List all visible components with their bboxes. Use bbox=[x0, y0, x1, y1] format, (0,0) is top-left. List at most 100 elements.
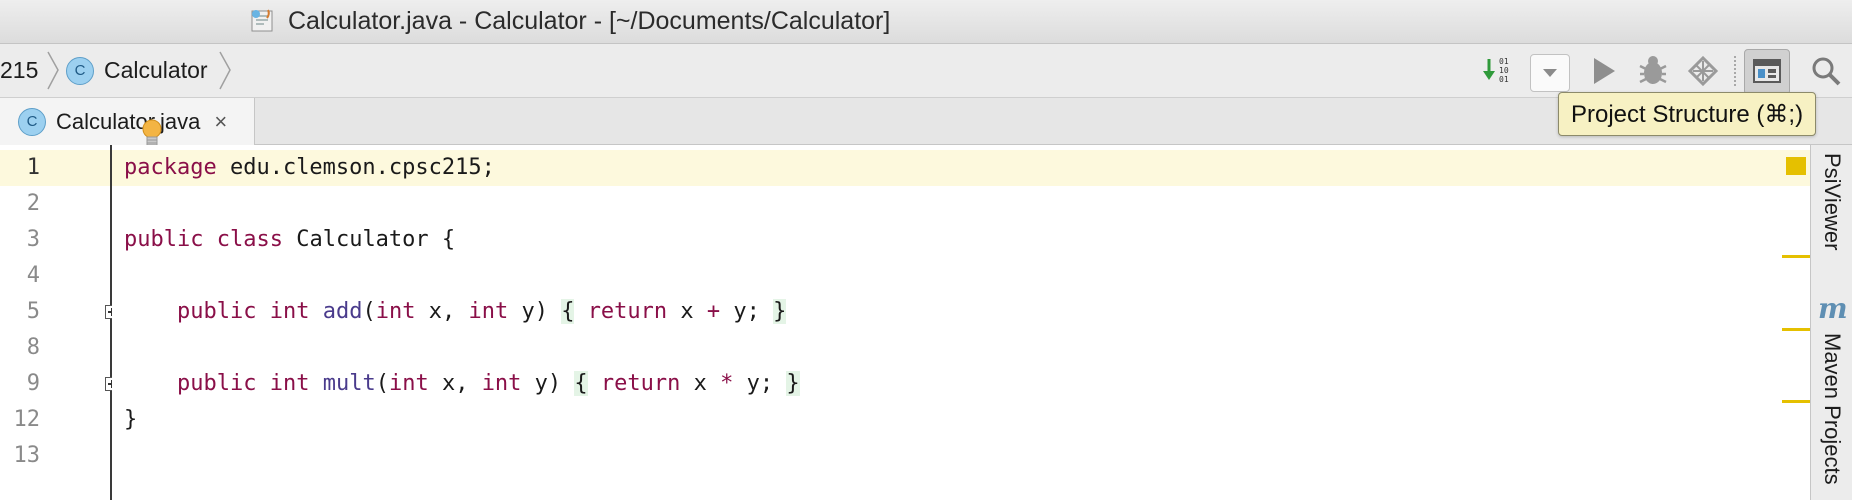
code-line[interactable] bbox=[112, 438, 1810, 474]
line-number: 9 bbox=[26, 371, 40, 396]
code-token: y; bbox=[733, 371, 787, 396]
toolbar-separator bbox=[1734, 56, 1736, 86]
line-number: 8 bbox=[26, 335, 40, 360]
close-icon[interactable]: × bbox=[214, 109, 227, 135]
code-token: { bbox=[574, 371, 588, 396]
code-text: public int mult(int x, int y) { return x… bbox=[124, 366, 800, 402]
analysis-status-marker[interactable] bbox=[1786, 157, 1806, 175]
line-number: 5 bbox=[26, 299, 40, 324]
code-token: int bbox=[481, 371, 522, 396]
breadcrumb-label: 215 bbox=[0, 57, 39, 83]
code-line[interactable]: public int add(int x, int y) { return x … bbox=[112, 294, 1810, 330]
class-icon: C bbox=[66, 56, 94, 85]
breadcrumb-package[interactable]: 215 bbox=[0, 44, 38, 97]
maven-icon: m bbox=[1818, 292, 1848, 325]
svg-text:01: 01 bbox=[1499, 75, 1509, 84]
code-token: { bbox=[561, 299, 575, 324]
code-line[interactable]: package edu.clemson.cpsc215; bbox=[112, 150, 1810, 186]
svg-text:10: 10 bbox=[1499, 66, 1509, 75]
code-token: public bbox=[176, 299, 257, 324]
code-token: return bbox=[587, 299, 668, 324]
window-title: Calculator.java - Calculator - [~/Docume… bbox=[288, 7, 891, 35]
code-token: int bbox=[375, 299, 416, 324]
code-token: ( bbox=[375, 371, 389, 396]
error-stripe-marker[interactable] bbox=[1782, 328, 1810, 331]
line-number: 3 bbox=[26, 227, 40, 252]
code-line[interactable]: public class Calculator { bbox=[112, 222, 1810, 258]
svg-text:01: 01 bbox=[1499, 57, 1509, 66]
code-token: add bbox=[322, 299, 363, 324]
project-structure-tooltip: Project Structure (⌘;) bbox=[1558, 92, 1817, 136]
code-editor[interactable]: package edu.clemson.cpsc215; public class… bbox=[112, 145, 1810, 500]
project-structure-icon[interactable] bbox=[1744, 49, 1790, 95]
tab-calculator-java[interactable]: C Calculator.java × bbox=[0, 98, 255, 145]
code-token: int bbox=[269, 371, 310, 396]
code-line[interactable] bbox=[112, 330, 1810, 366]
code-token: public bbox=[124, 227, 204, 252]
code-token: package bbox=[124, 155, 217, 180]
code-token: y) bbox=[508, 299, 562, 324]
code-token: } bbox=[773, 299, 787, 324]
line-number: 12 bbox=[13, 407, 41, 432]
line-number: 13 bbox=[13, 443, 41, 468]
code-token: } bbox=[124, 407, 138, 432]
code-token: public bbox=[176, 371, 257, 396]
code-token: + bbox=[706, 299, 721, 324]
code-token: x bbox=[667, 299, 707, 324]
code-token: int bbox=[269, 299, 310, 324]
breadcrumb-separator-icon bbox=[219, 51, 231, 90]
code-token: int bbox=[388, 371, 429, 396]
search-icon[interactable] bbox=[1806, 50, 1846, 92]
code-line[interactable]: } bbox=[112, 402, 1810, 438]
error-stripe-marker[interactable] bbox=[1782, 255, 1810, 258]
line-number: 1 bbox=[26, 155, 40, 180]
window-titlebar: Calculator.java - Calculator - [~/Docume… bbox=[0, 0, 1852, 44]
code-token: class bbox=[216, 227, 283, 252]
run-config-dropdown[interactable] bbox=[1530, 54, 1570, 92]
psiviewer-tool-button[interactable]: PsiViewer bbox=[1819, 153, 1845, 250]
code-token: y; bbox=[720, 299, 774, 324]
breadcrumb-separator-icon bbox=[47, 51, 59, 90]
code-token: } bbox=[786, 371, 800, 396]
code-line[interactable] bbox=[112, 186, 1810, 222]
debug-icon[interactable] bbox=[1634, 50, 1672, 92]
code-token: * bbox=[720, 371, 734, 396]
chevron-down-icon bbox=[1543, 69, 1557, 77]
navigation-bar: 215 C Calculator 01 10 01 bbox=[0, 44, 1852, 98]
run-configuration-icon[interactable]: 01 10 01 bbox=[1480, 50, 1516, 92]
code-text: public int add(int x, int y) { return x … bbox=[124, 294, 787, 330]
code-text: package edu.clemson.cpsc215; bbox=[124, 150, 495, 186]
code-text: public class Calculator { bbox=[124, 222, 455, 258]
code-token: y) bbox=[521, 371, 575, 396]
code-text: } bbox=[124, 402, 137, 438]
maven-projects-tool-button[interactable]: Maven Projects bbox=[1819, 333, 1845, 485]
code-token: ( bbox=[362, 299, 376, 324]
class-icon: C bbox=[18, 107, 46, 136]
breadcrumb-class[interactable]: C Calculator bbox=[66, 44, 208, 97]
code-token: int bbox=[468, 299, 509, 324]
code-token: edu.clemson.cpsc215; bbox=[216, 155, 495, 180]
code-token: Calculator { bbox=[282, 227, 456, 252]
code-token: return bbox=[600, 371, 681, 396]
line-number: 4 bbox=[26, 263, 40, 288]
code-line[interactable]: public int mult(int x, int y) { return x… bbox=[112, 366, 1810, 402]
code-token: x, bbox=[415, 299, 469, 324]
run-icon[interactable] bbox=[1586, 50, 1622, 92]
code-token: mult bbox=[322, 371, 376, 396]
line-number-gutter: 1 2 3 4 5 8 9 12 13 bbox=[0, 145, 119, 500]
code-line[interactable] bbox=[112, 258, 1810, 294]
coverage-icon[interactable] bbox=[1684, 50, 1722, 92]
error-stripe-marker[interactable] bbox=[1782, 400, 1810, 403]
code-token: x bbox=[680, 371, 721, 396]
tab-label: Calculator.java bbox=[56, 108, 201, 134]
line-number: 2 bbox=[26, 191, 40, 216]
